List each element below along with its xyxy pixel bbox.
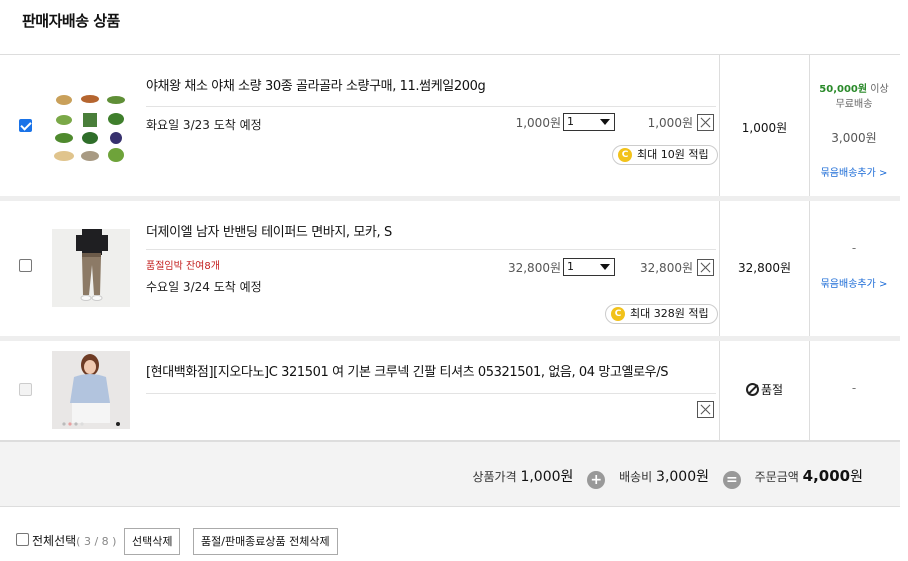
arrival-date: 수요일 3/24 도착 예정 [146,280,262,294]
divider [146,249,716,250]
product-name[interactable]: [현대백화점][지오다노]C 321501 여 기본 크루넥 긴팔 티셔츠 05… [146,361,668,380]
cart-table: 야채왕 채소 야채 소량 30종 골라골라 소량구매, 11.썸케일200g 화… [0,54,900,441]
order-totals: 상품가격 1,000원 + 배송비 3,000원 = 주문금액 4,000원 [0,441,900,507]
arrival-date: 화요일 3/23 도착 예정 [146,118,262,132]
shipping-dash: - [851,381,857,395]
item-subtotal: 1,000원 [741,121,788,135]
line-price: 32,800원 [639,261,693,275]
shipping-info: 50,000원 이상 무료배송 3,000원 묶음배송추가 > [810,80,898,179]
no-entry-icon [745,383,759,396]
plus-icon: + [587,471,606,489]
delete-soldout-button[interactable]: 품절/판매종료상품 전체삭제 [193,528,338,555]
select-all-label[interactable]: 전체선택( 3 / 8 ) [32,532,116,549]
shipping-fee-label: 배송비 [619,470,653,484]
shipping-fee-value: 3,000원 [656,469,709,485]
product-image-pants[interactable] [52,229,130,307]
shipping-dash: - [851,241,857,255]
quantity-select[interactable]: 1 [563,113,615,131]
points-text: 최대 10원 적립 [637,148,709,161]
cart-row: 야채왕 채소 야채 소량 30종 골라골라 소량구매, 11.썸케일200g 화… [0,55,900,201]
cart-row: 더제이엘 남자 반밴딩 테이퍼드 면바지, 모카, S 품절임박 잔여8개 수요… [0,201,900,341]
order-amount-unit: 원 [850,469,863,485]
soldout-label: 품절 [760,383,784,397]
shipping-fee: 3,000원 [831,131,877,145]
select-all-text: 전체선택 [32,534,77,548]
unit-price: 1,000원 [515,116,561,130]
cart-row: [현대백화점][지오다노]C 321501 여 기본 크루넥 긴팔 티셔츠 05… [0,341,900,441]
points-badge: C 최대 10원 적립 [612,145,718,165]
unit-price: 32,800원 [507,261,561,275]
points-text: 최대 328원 적립 [630,307,709,320]
line-price: 1,000원 [647,116,693,130]
divider [146,393,716,394]
selected-count: ( 3 / 8 ) [76,535,117,548]
coin-icon: C [611,307,625,321]
equals-icon: = [722,471,741,489]
item-checkbox[interactable] [19,119,32,132]
points-badge: C 최대 328원 적립 [605,304,718,324]
shipping-info: - 묶음배송추가 > [810,241,898,290]
product-price-value: 1,000원 [520,469,574,485]
product-price-label: 상품가격 [472,470,517,484]
product-image-vegetables[interactable] [52,88,130,166]
quantity-select[interactable]: 1 [563,258,615,276]
divider [146,106,716,107]
product-name[interactable]: 야채왕 채소 야채 소량 30종 골라골라 소량구매, 11.썸케일200g [146,75,486,94]
delete-item-button[interactable] [697,259,714,276]
product-image-tshirt[interactable] [52,351,130,429]
delete-item-button[interactable] [697,114,714,131]
free-shipping-label: 무료배송 [835,99,873,110]
product-name[interactable]: 더제이엘 남자 반밴딩 테이퍼드 면바지, 모카, S [146,221,392,240]
order-amount-value: 4,000 [802,467,851,485]
item-checkbox[interactable] [19,259,32,272]
order-amount-label: 주문금액 [754,470,799,484]
totals-line: 상품가격 1,000원 + 배송비 3,000원 = 주문금액 4,000원 [472,466,863,489]
delete-selected-button[interactable]: 선택삭제 [124,528,181,555]
bundle-shipping-link[interactable]: 묶음배송추가 > [810,275,898,290]
coin-icon: C [618,148,632,162]
soldout-status: 품절 [720,381,809,398]
item-subtotal: 32,800원 [737,261,792,275]
free-shipping-amount: 50,000원 [819,84,868,95]
chevron-down-icon [600,119,610,125]
quantity-value: 1 [567,115,574,128]
delete-item-button[interactable] [697,401,714,418]
item-checkbox [19,383,32,396]
free-shipping-suffix: 이상 [867,84,889,95]
quantity-value: 1 [567,260,574,273]
low-stock-warning: 품절임박 잔여8개 [146,261,220,272]
shipping-info: - [810,381,898,395]
chevron-down-icon [600,264,610,270]
bundle-shipping-link[interactable]: 묶음배송추가 > [810,164,898,179]
select-all-checkbox[interactable] [16,533,29,546]
section-title: 판매자배송 상품 [22,12,120,30]
